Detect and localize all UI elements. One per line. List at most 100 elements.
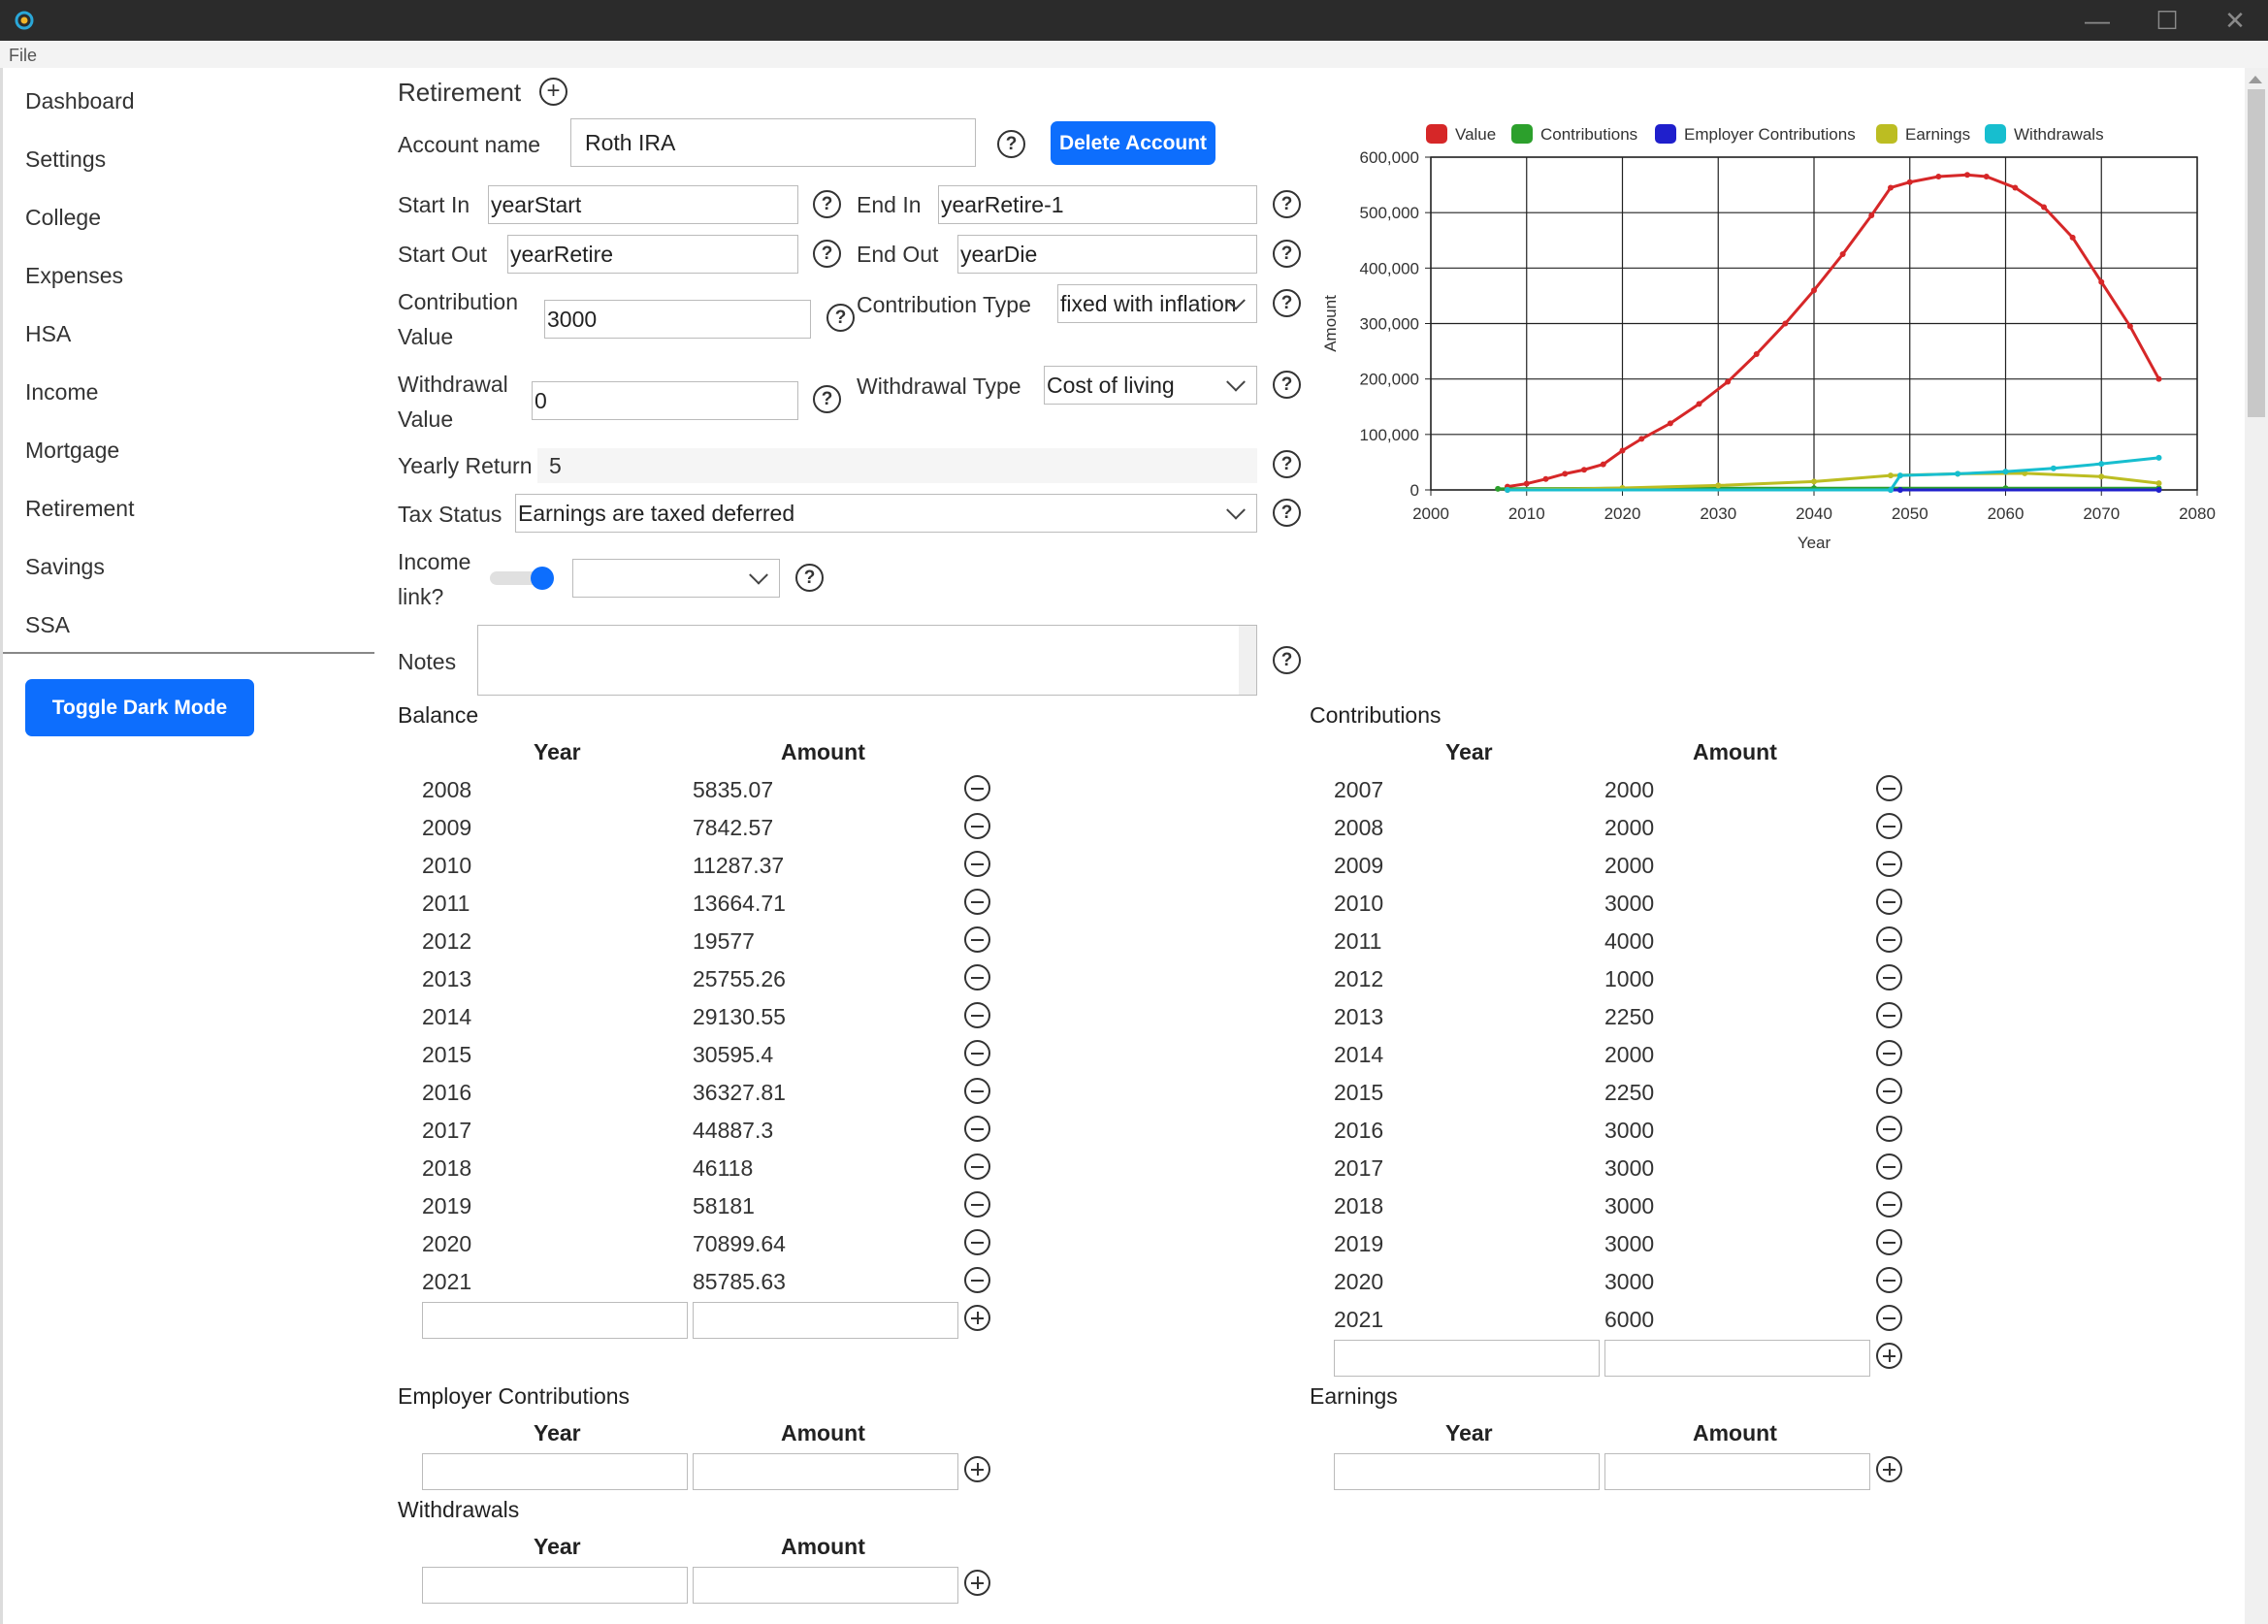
add-row-icon[interactable] [964,1305,990,1331]
remove-row-icon[interactable] [964,1229,990,1255]
account-name-input[interactable]: Roth IRA [570,118,976,167]
remove-row-icon[interactable] [964,926,990,953]
end-out-input[interactable]: yearDie [957,235,1257,274]
remove-row-icon[interactable] [1876,1229,1902,1255]
sidebar-item-expenses[interactable]: Expenses [25,263,123,289]
remove-row-icon[interactable] [964,851,990,877]
help-icon[interactable]: ? [997,130,1025,158]
add-account-icon[interactable]: + [539,78,567,106]
add-row-icon[interactable] [1876,1343,1902,1369]
sidebar-item-mortgage[interactable]: Mortgage [25,438,119,464]
help-icon[interactable]: ? [1273,646,1301,674]
end-in-input[interactable]: yearRetire-1 [938,185,1257,224]
maximize-button[interactable]: ☐ [2146,6,2188,35]
help-icon[interactable]: ? [813,190,841,218]
remove-row-icon[interactable] [964,1153,990,1180]
toggle-dark-mode-button[interactable]: Toggle Dark Mode [25,679,254,736]
new-year-input[interactable] [422,1453,688,1490]
x-tick-label: 2060 [1988,504,2025,523]
table-cell-amount: 36327.81 [693,1080,786,1105]
remove-row-icon[interactable] [1876,964,1902,991]
sidebar-item-college[interactable]: College [25,205,101,231]
remove-row-icon[interactable] [964,813,990,839]
delete-account-button[interactable]: Delete Account [1051,121,1215,165]
new-amount-input[interactable] [693,1567,958,1604]
remove-row-icon[interactable] [1876,1002,1902,1028]
remove-row-icon[interactable] [964,1078,990,1104]
remove-row-icon[interactable] [964,1002,990,1028]
remove-row-icon[interactable] [1876,1078,1902,1104]
remove-row-icon[interactable] [964,1191,990,1218]
sidebar-item-dashboard[interactable]: Dashboard [25,88,135,114]
data-point [1542,475,1549,482]
help-icon[interactable]: ? [1273,190,1301,218]
menu-file[interactable]: File [9,46,37,66]
new-year-input[interactable] [422,1302,688,1339]
remove-row-icon[interactable] [1876,851,1902,877]
yearly-return-value[interactable]: 5 [549,453,562,479]
help-icon[interactable]: ? [813,385,841,413]
contribution-value-label: Contribution [398,289,519,314]
withdrawal-value-input[interactable]: 0 [532,381,798,420]
page-scrollbar-thumb[interactable] [2248,89,2265,417]
sidebar-item-income[interactable]: Income [25,379,98,406]
remove-row-icon[interactable] [1876,1040,1902,1066]
remove-row-icon[interactable] [964,1040,990,1066]
help-icon[interactable]: ? [826,304,855,332]
new-year-input[interactable] [1334,1453,1600,1490]
remove-row-icon[interactable] [1876,1116,1902,1142]
help-icon[interactable]: ? [1273,499,1301,527]
chevron-down-icon [749,565,768,585]
table-cell-year: 2010 [1334,891,1384,916]
sidebar-item-savings[interactable]: Savings [25,554,105,580]
contribution-value-input[interactable]: 3000 [544,300,811,339]
remove-row-icon[interactable] [1876,1191,1902,1218]
remove-row-icon[interactable] [964,1116,990,1142]
sidebar [0,68,374,1624]
new-amount-input[interactable] [693,1302,958,1339]
remove-row-icon[interactable] [964,775,990,801]
minimize-button[interactable]: — [2076,6,2119,35]
tax-status-select[interactable]: Earnings are taxed deferred [515,494,1257,533]
help-icon[interactable]: ? [795,564,824,592]
new-year-input[interactable] [422,1567,688,1604]
remove-row-icon[interactable] [1876,1305,1902,1331]
remove-row-icon[interactable] [1876,926,1902,953]
notes-textarea[interactable] [477,625,1257,696]
remove-row-icon[interactable] [1876,1267,1902,1293]
sidebar-item-settings[interactable]: Settings [25,146,106,173]
start-out-input[interactable]: yearRetire [507,235,798,274]
add-row-icon[interactable] [1876,1456,1902,1482]
remove-row-icon[interactable] [964,1267,990,1293]
sidebar-item-hsa[interactable]: HSA [25,321,71,347]
close-button[interactable]: ✕ [2214,6,2256,35]
remove-row-icon[interactable] [964,964,990,991]
add-row-icon[interactable] [964,1570,990,1596]
notes-scrollbar[interactable] [1239,626,1256,695]
yearly-return-field[interactable] [537,448,1257,483]
remove-row-icon[interactable] [1876,775,1902,801]
new-amount-input[interactable] [1604,1340,1870,1377]
remove-row-icon[interactable] [1876,1153,1902,1180]
new-amount-input[interactable] [693,1453,958,1490]
help-icon[interactable]: ? [1273,289,1301,317]
sidebar-item-retirement[interactable]: Retirement [25,496,134,522]
help-icon[interactable]: ? [1273,371,1301,399]
new-year-input[interactable] [1334,1340,1600,1377]
help-icon[interactable]: ? [1273,450,1301,478]
remove-row-icon[interactable] [1876,813,1902,839]
income-link-toggle-knob[interactable] [531,567,554,590]
withdrawal-type-select[interactable]: Cost of living [1044,366,1257,405]
add-row-icon[interactable] [964,1456,990,1482]
help-icon[interactable]: ? [813,240,841,268]
remove-row-icon[interactable] [1876,889,1902,915]
scroll-up-icon[interactable] [2249,76,2262,83]
sidebar-item-ssa[interactable]: SSA [25,612,70,638]
table-cell-year: 2009 [1334,853,1384,878]
income-link-select[interactable] [572,559,780,598]
new-amount-input[interactable] [1604,1453,1870,1490]
contribution-type-select[interactable]: fixed with inflation [1057,284,1257,323]
remove-row-icon[interactable] [964,889,990,915]
help-icon[interactable]: ? [1273,240,1301,268]
start-in-input[interactable]: yearStart [488,185,798,224]
